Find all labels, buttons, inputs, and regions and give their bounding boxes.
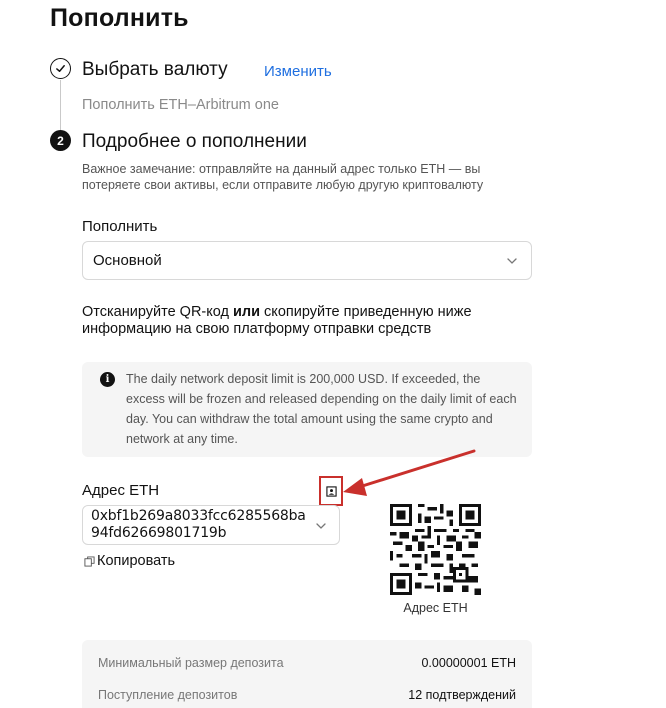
- change-currency-link[interactable]: Изменить: [264, 63, 332, 80]
- copy-icon: [84, 555, 95, 567]
- scan-instructions: Отсканируйте QR-код или скопируйте приве…: [82, 304, 472, 337]
- detail-value: 0.00000001 ETH: [421, 656, 516, 670]
- deposit-limit-info-box: i The daily network deposit limit is 200…: [82, 362, 532, 457]
- account-label: Пополнить: [82, 218, 158, 235]
- detail-value: 12 подтверждений: [408, 688, 516, 702]
- step-complete-check-icon: [50, 58, 71, 79]
- page-title: Пополнить: [50, 4, 189, 32]
- step2-number-badge: 2: [50, 130, 71, 151]
- address-label: Адрес ETH: [82, 482, 160, 499]
- scan-instructions-bold: или: [232, 304, 261, 320]
- deposit-address-value: 0xbf1b269a8033fcc6285568ba94fd6266980171…: [91, 508, 306, 541]
- deposit-limit-info-text: The daily network deposit limit is 200,0…: [126, 372, 517, 446]
- address-book-icon-button[interactable]: [319, 476, 343, 506]
- step1-title: Выбрать валюту: [82, 59, 228, 80]
- deposit-address-field[interactable]: 0xbf1b269a8033fcc6285568ba94fd6266980171…: [82, 505, 340, 545]
- chevron-down-icon: [316, 523, 326, 529]
- detail-key: Поступление депозитов: [98, 688, 238, 702]
- info-icon: i: [100, 372, 115, 387]
- stepper-line: [60, 80, 61, 130]
- account-select[interactable]: Основной: [82, 241, 532, 280]
- step2-title: Подробнее о пополнении: [82, 131, 307, 152]
- detail-row-min-deposit: Минимальный размер депозита 0.00000001 E…: [98, 656, 516, 670]
- contact-card-icon: [325, 485, 337, 497]
- copy-address-button[interactable]: Копировать: [84, 553, 175, 569]
- step1-summary: Пополнить ETH–Arbitrum one: [82, 97, 279, 113]
- chevron-down-icon: [507, 258, 517, 264]
- address-qr-code: [390, 504, 481, 595]
- detail-key: Минимальный размер депозита: [98, 656, 284, 670]
- detail-row-confirmations: Поступление депозитов 12 подтверждений: [98, 688, 516, 702]
- copy-address-label: Копировать: [97, 553, 176, 569]
- important-notice: Важное замечание: отправляйте на данный …: [82, 162, 484, 192]
- qr-caption: Адрес ETH: [403, 601, 468, 615]
- account-select-value: Основной: [93, 252, 162, 269]
- deposit-details-panel: Минимальный размер депозита 0.00000001 E…: [82, 640, 532, 708]
